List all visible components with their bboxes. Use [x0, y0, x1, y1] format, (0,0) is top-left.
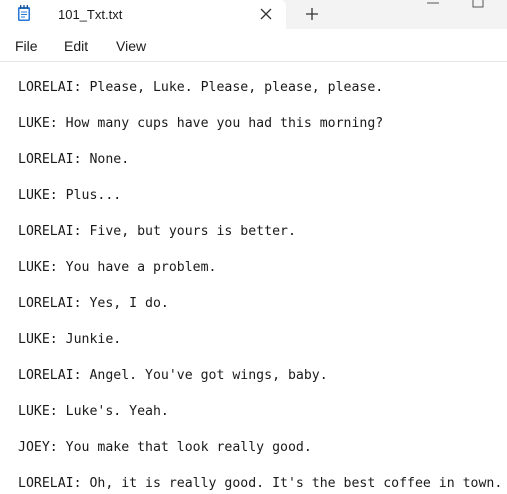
tab-active-document[interactable]: 101_Txt.txt	[0, 0, 286, 29]
document-line: LUKE: How many cups have you had this mo…	[18, 116, 384, 131]
document-line: LUKE: Junkie.	[18, 332, 122, 347]
text-editor[interactable]: LORELAI: Please, Luke. Please, please, p…	[0, 62, 507, 494]
document-line: LUKE: Plus...	[18, 188, 122, 203]
document-line: LUKE: You have a problem.	[18, 260, 217, 275]
maximize-icon[interactable]	[472, 0, 484, 8]
document-line: LORELAI: Please, Luke. Please, please, p…	[18, 80, 384, 95]
menu-bar: File Edit View	[0, 29, 507, 62]
menu-file[interactable]: File	[15, 38, 38, 54]
notepad-icon	[18, 5, 30, 21]
document-line: JOEY: You make that look really good.	[18, 440, 312, 455]
menu-view[interactable]: View	[116, 38, 146, 54]
document-line: LORELAI: Five, but yours is better.	[18, 224, 296, 239]
title-bar: 101_Txt.txt	[0, 0, 507, 29]
close-icon[interactable]	[257, 5, 275, 23]
document-line: LORELAI: Yes, I do.	[18, 296, 169, 311]
plus-icon[interactable]	[302, 4, 322, 24]
notepad-window: 101_Txt.txt File Edit View LORELAI: Plea…	[0, 0, 507, 494]
menu-edit[interactable]: Edit	[64, 38, 88, 54]
tab-title: 101_Txt.txt	[58, 7, 123, 22]
document-line: LUKE: Luke's. Yeah.	[18, 404, 169, 419]
document-line: LORELAI: Angel. You've got wings, baby.	[18, 368, 328, 383]
document-line: LORELAI: Oh, it is really good. It's the…	[18, 476, 503, 491]
document-line: LORELAI: None.	[18, 152, 130, 167]
minimize-icon[interactable]	[426, 0, 440, 6]
